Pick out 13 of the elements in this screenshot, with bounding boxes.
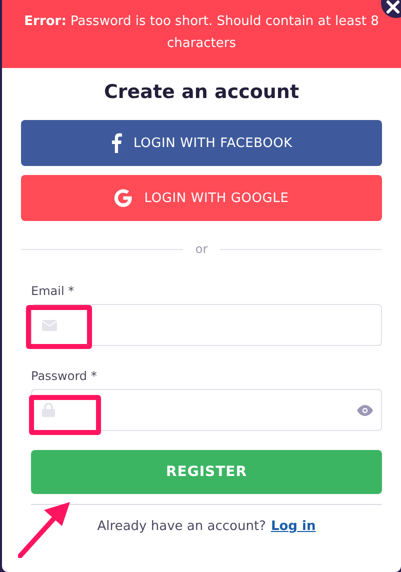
lock-icon [42, 403, 55, 417]
field-label: Password * [31, 369, 98, 383]
facebook-login-button[interactable]: LOGIN WITH FACEBOOK [21, 120, 382, 166]
envelope-icon [42, 320, 57, 330]
account-prompt: Already have an account? [97, 519, 266, 534]
field-label: Email * [31, 284, 76, 298]
facebook-icon [110, 133, 122, 153]
error-message: Error: Password is too short. Should contain at least 8 characters [2, 0, 401, 68]
form-title: Create an account [102, 81, 300, 103]
eye-icon[interactable] [357, 404, 373, 416]
divider-text: or [195, 242, 208, 256]
google-icon [114, 189, 132, 207]
login-link[interactable]: Log in [270, 519, 316, 534]
